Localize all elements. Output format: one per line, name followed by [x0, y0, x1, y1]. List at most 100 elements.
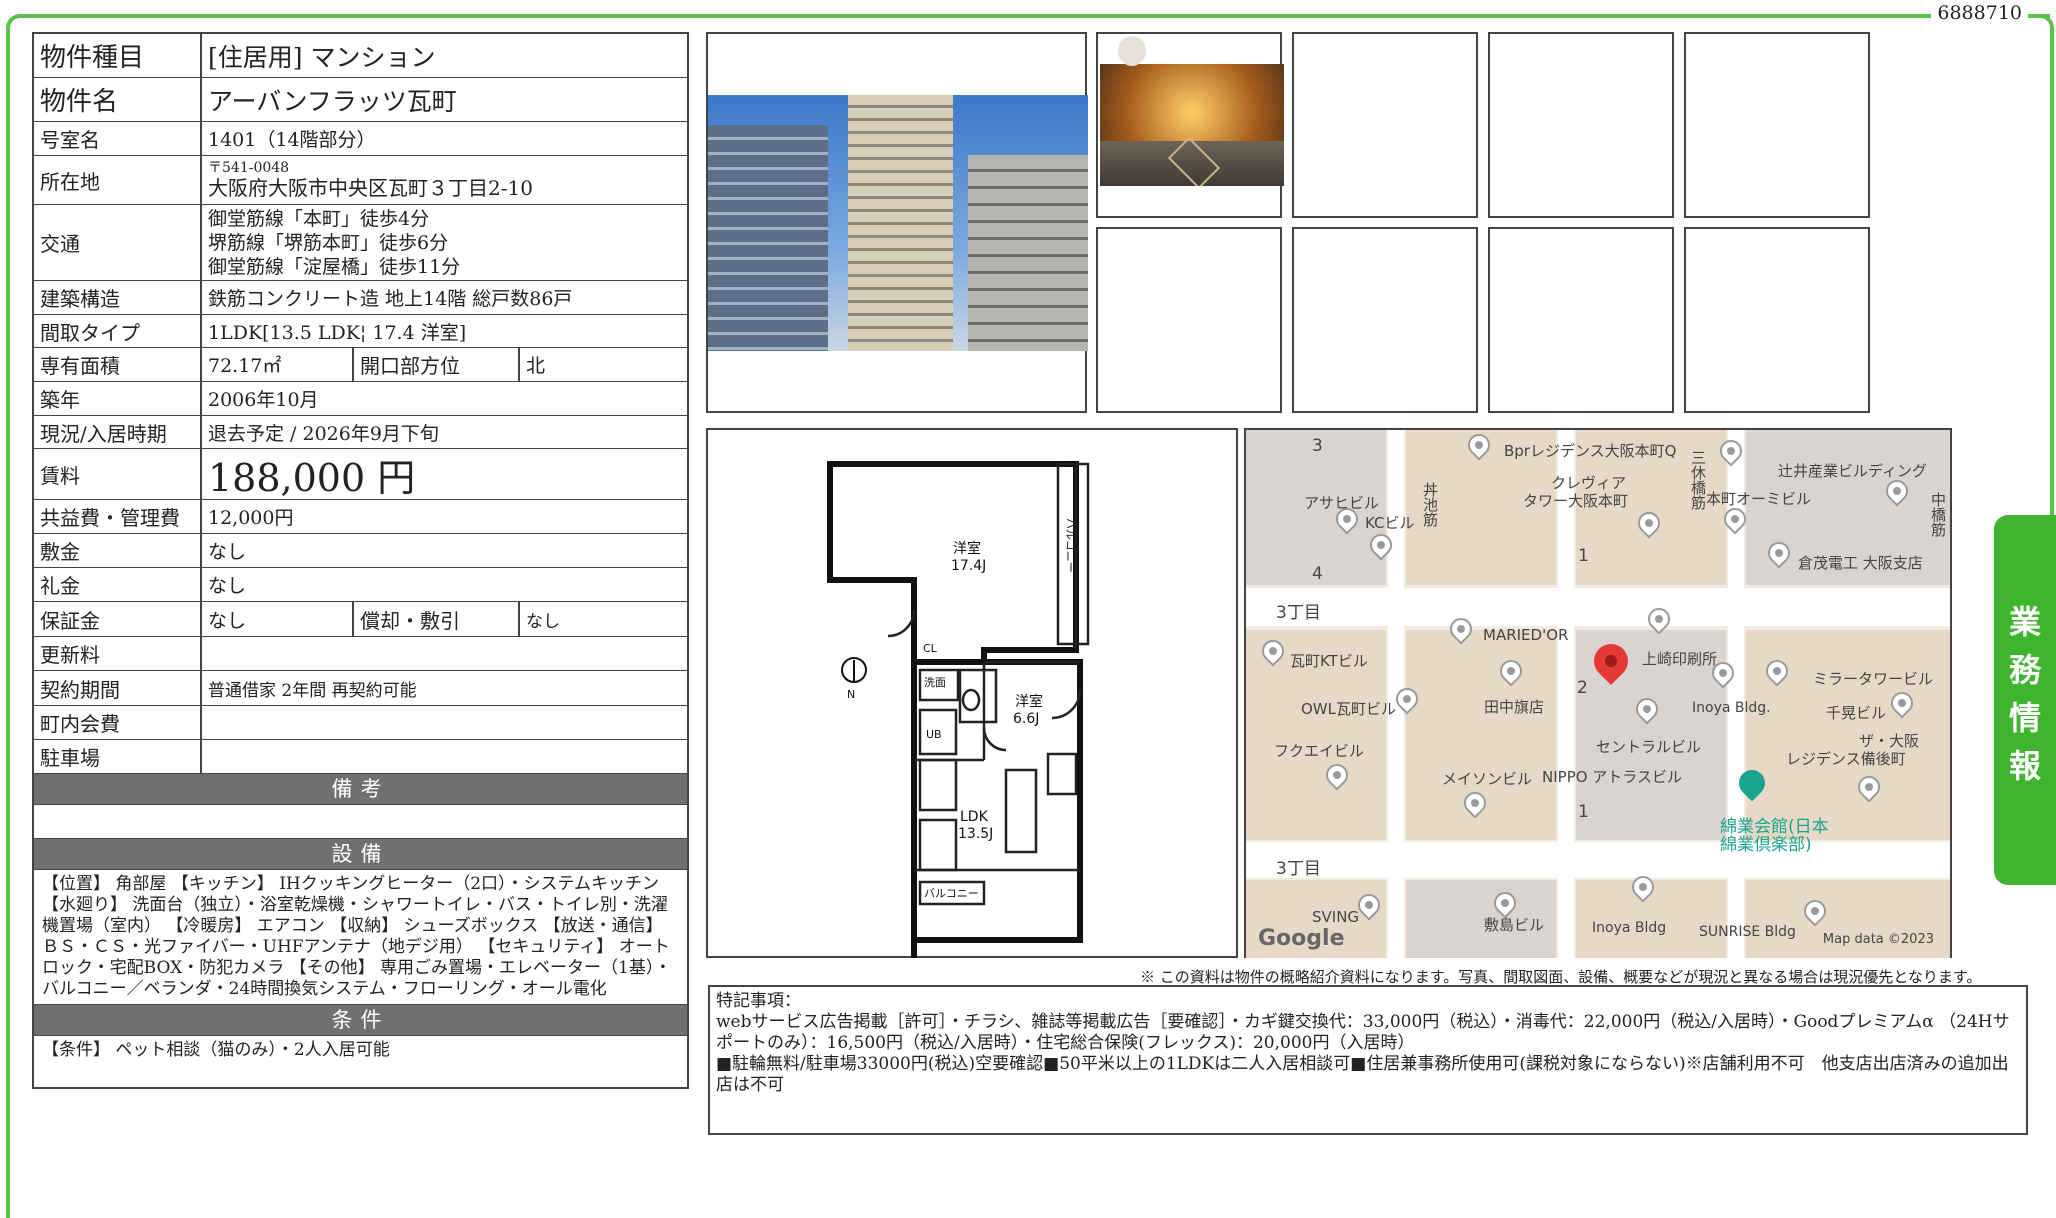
map-label: KCビル: [1365, 514, 1415, 532]
label-type: 物件種目: [34, 34, 202, 77]
floor-plan: N 洋室 17.4J 洋室 6.6J LDK 13.5J CL 洗面 UB バル…: [827, 461, 1090, 958]
label-renewal: 更新料: [34, 637, 202, 670]
map-label: 1: [1578, 546, 1589, 566]
row-deposit: 敷金 なし: [34, 534, 687, 568]
map-label: 辻井産業ビルディング: [1778, 462, 1927, 480]
label-status: 現況/入居時期: [34, 416, 202, 448]
disclaimer-note: ※ この資料は物件の概略紹介資料になります。写真、間取図面、設備、概要などが現況…: [1140, 968, 1982, 986]
row-renewal: 更新料: [34, 637, 687, 671]
label-amortization: 償却・敷引: [352, 602, 520, 636]
value-direction: 北: [526, 355, 546, 377]
street-label: 丼池筋: [1421, 482, 1439, 527]
value-deposit: なし: [208, 541, 247, 563]
row-room: 号室名 1401（14階部分）: [34, 122, 687, 156]
photo-frame-empty: [1684, 32, 1870, 218]
bath-label: UB: [926, 728, 942, 741]
svg-text:N: N: [847, 688, 855, 701]
map-label: 瓦町KTビル: [1290, 652, 1368, 670]
closet-label: CL: [923, 642, 938, 655]
photo-frame-empty: [1684, 227, 1870, 413]
map-label: ミラータワービル: [1813, 670, 1934, 688]
access-line: 御堂筋線「淀屋橋」徒歩11分: [208, 255, 461, 278]
label-name: 物件名: [34, 78, 202, 121]
room-western-1-size: 17.4J: [951, 558, 986, 574]
lobby-light: [1118, 36, 1146, 66]
row-layout: 間取タイプ 1LDK[13.5 LDK¦ 17.4 洋室]: [34, 315, 687, 348]
map-label: Bprレジデンス大阪本町Q: [1504, 442, 1677, 460]
balcony-side-label: バルコニー: [1064, 518, 1077, 573]
street-label: 中橋筋: [1929, 492, 1947, 537]
map-label: Inoya Bldg: [1592, 920, 1667, 936]
label-area: 専有面積: [34, 348, 202, 381]
row-name: 物件名 アーバンフラッツ瓦町: [34, 78, 687, 122]
balcony-bottom-label: バルコニー: [924, 887, 979, 900]
value-contract: 普通借家 2年間 再契約可能: [208, 680, 417, 701]
map-label: 本町オーミビル: [1706, 490, 1812, 508]
map-label: 田中旗店: [1484, 698, 1545, 716]
map-label: レジデンス備後町: [1786, 750, 1906, 768]
row-structure: 建築構造 鉄筋コンクリート造 地上14階 総戸数86戸: [34, 281, 687, 315]
value-amortization: なし: [526, 611, 560, 632]
map-label: SVING: [1312, 908, 1360, 926]
address-text: 大阪府大阪市中央区瓦町３丁目2-10: [208, 176, 533, 200]
value-key-money: なし: [208, 575, 247, 597]
label-room: 号室名: [34, 122, 202, 155]
building-exterior-photo: [708, 95, 1088, 351]
value-built: 2006年10月: [208, 389, 319, 411]
room-western-1-label: 洋室: [953, 540, 981, 557]
label-key-money: 礼金: [34, 568, 202, 601]
special-remarks-box: 特記事項： webサービス広告掲載［許可］・チラシ、雑誌等掲載広告［要確認］・カ…: [708, 985, 2028, 1135]
value-guarantee: なし: [208, 609, 247, 632]
conditions-body: 【条件】 ペット相談（猫のみ）・2人入居可能: [42, 1040, 390, 1060]
conditions-header: 条件: [34, 1005, 687, 1036]
map-label: SUNRISE Bldg: [1699, 924, 1796, 940]
map-label: Inoya Bldg.: [1692, 700, 1771, 716]
row-access: 交通 御堂筋線「本町」徒歩4分 堺筋線「堺筋本町」徒歩6分 御堂筋線「淀屋橋」徒…: [34, 205, 687, 281]
equipment-header: 設備: [34, 839, 687, 870]
remarks-title: 特記事項：: [716, 991, 801, 1011]
map-label: 上崎印刷所: [1642, 650, 1718, 668]
photo-frame-empty: [1292, 227, 1478, 413]
label-layout: 間取タイプ: [34, 315, 202, 347]
map-label: OWL瓦町ビル: [1301, 700, 1396, 718]
label-parking: 駐車場: [34, 740, 202, 773]
value-parking: [202, 740, 687, 773]
row-area: 専有面積 72.17㎡ 開口部方位 北: [34, 348, 687, 382]
room-western-2-label: 洋室: [1015, 693, 1043, 710]
lobby-photo: [1100, 64, 1284, 186]
access-line: 御堂筋線「本町」徒歩4分: [208, 207, 430, 230]
value-address: 〒541-0048 大阪府大阪市中央区瓦町３丁目2-10: [202, 156, 687, 204]
row-type: 物件種目 [住居用] マンション: [34, 34, 687, 78]
row-guarantee: 保証金 なし 償却・敷引 なし: [34, 602, 687, 637]
photo-frame-empty: [1488, 32, 1674, 218]
equipment-body: 【位置】 角部屋 【キッチン】 IHクッキングヒーター（2口）・システムキッチン…: [34, 870, 687, 1005]
row-address: 所在地 〒541-0048 大阪府大阪市中央区瓦町３丁目2-10: [34, 156, 687, 205]
label-built: 築年: [34, 382, 202, 415]
washroom-label: 洗面: [924, 676, 946, 689]
room-western-2-size: 6.6J: [1013, 711, 1039, 727]
map-label: 3: [1312, 436, 1323, 456]
row-parking: 駐車場: [34, 740, 687, 774]
map-label: 倉茂電工 大阪支店: [1798, 554, 1923, 572]
room-ldk-size: 13.5J: [958, 826, 993, 842]
remarks-header: 備考: [34, 774, 687, 805]
label-direction: 開口部方位: [352, 348, 520, 381]
room-ldk-label: LDK: [960, 809, 989, 825]
map-label: 綿業倶楽部): [1720, 835, 1812, 855]
map-label: メイソンビル: [1442, 770, 1533, 788]
map-attribution: Map data ©2023: [1822, 932, 1934, 947]
map-label: 敷島ビル: [1484, 916, 1545, 934]
map-label: タワー大阪本町: [1523, 492, 1629, 510]
row-status: 現況/入居時期 退去予定 / 2026年9月下旬: [34, 416, 687, 449]
location-map[interactable]: 3 Bprレジデンス大阪本町Q クレヴィア タワー大阪本町 辻井産業ビルディング…: [1246, 430, 1950, 958]
value-association: [202, 706, 687, 739]
map-label: NIPPO アトラスビル: [1542, 768, 1683, 786]
photo-frame-empty: [1488, 227, 1674, 413]
label-structure: 建築構造: [34, 281, 202, 314]
value-type: [住居用] マンション: [208, 42, 436, 72]
map-label: セントラルビル: [1596, 738, 1702, 756]
map-label: 2: [1577, 678, 1588, 698]
row-key-money: 礼金 なし: [34, 568, 687, 602]
row-contract: 契約期間 普通借家 2年間 再契約可能: [34, 671, 687, 706]
map-label: 4: [1312, 564, 1323, 584]
